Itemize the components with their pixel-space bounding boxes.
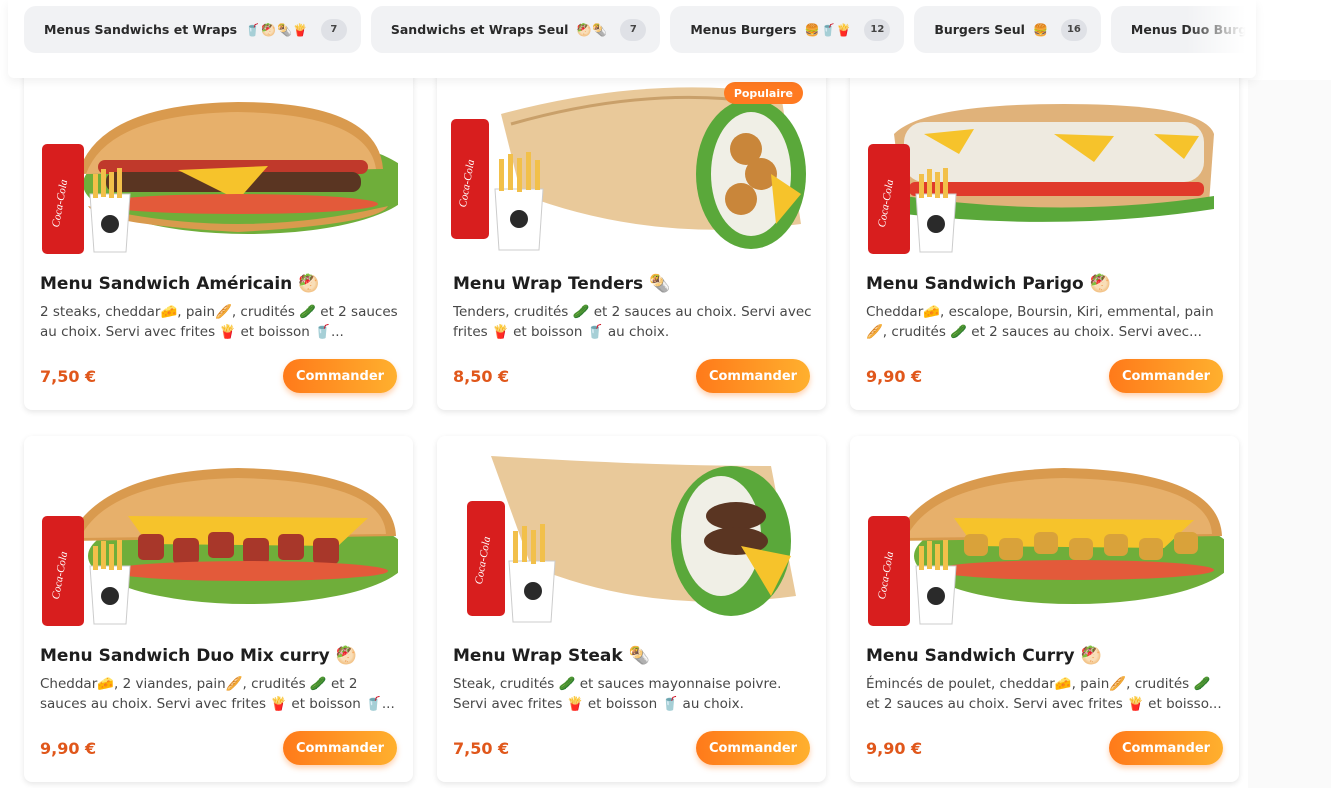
category-chip-menus-sandwichs-wraps[interactable]: Menus Sandwichs et Wraps 🥤🥙🌯🍟 7: [24, 6, 361, 53]
product-price: 9,90 €: [866, 367, 923, 386]
coca-cola-can-icon: Coca-Cola: [42, 516, 84, 626]
category-count-badge: 12: [864, 18, 891, 41]
category-chip-sandwichs-wraps-seul[interactable]: Sandwichs et Wraps Seul 🥙🌯 7: [370, 6, 661, 53]
product-card[interactable]: Coca-Cola Populaire Menu Wrap Tenders 🌯 …: [437, 64, 826, 410]
order-button[interactable]: Commander: [696, 359, 810, 393]
product-card[interactable]: Coca-Cola Menu Sandwich Curry 🥙 Émincés …: [850, 436, 1239, 782]
product-description: Émincés de poulet, cheddar🧀, pain🥖, crud…: [866, 676, 1222, 712]
product-description: 2 steaks, cheddar🧀, pain🥖, crudités 🥒 et…: [40, 304, 398, 340]
coca-cola-can-icon: Coca-Cola: [467, 501, 505, 616]
category-chips: Menus Sandwichs et Wraps 🥤🥙🌯🍟 7 Sandwich…: [24, 6, 1256, 53]
order-button[interactable]: Commander: [283, 731, 397, 765]
product-image: Coca-Cola: [38, 446, 408, 626]
product-title: Menu Sandwich Parigo 🥙: [866, 274, 1111, 294]
category-label: Burgers Seul: [934, 22, 1025, 37]
product-image: Coca-Cola: [38, 74, 413, 254]
category-label: Sandwichs et Wraps Seul: [390, 22, 569, 37]
product-description: Cheddar🧀, 2 viandes, pain🥖, crudités 🥒 e…: [40, 676, 395, 712]
category-chip-burgers-seul[interactable]: Burgers Seul 🍔 16: [914, 6, 1101, 53]
product-image: Coca-Cola: [864, 446, 1234, 626]
product-price: 7,50 €: [453, 739, 510, 758]
fries-icon: [494, 152, 544, 251]
product-card[interactable]: Coca-Cola Menu Wrap Steak 🌯 Steak, crudi…: [437, 436, 826, 782]
order-button[interactable]: Commander: [1109, 359, 1223, 393]
category-label: Menus Sandwichs et Wraps: [44, 22, 238, 37]
category-label: Menus Burgers: [690, 22, 797, 37]
coca-cola-can-icon: Coca-Cola: [868, 516, 910, 626]
category-chip-menus-burgers[interactable]: Menus Burgers 🍔🥤🍟 12: [670, 6, 905, 53]
product-card[interactable]: Coca-Cola Menu Sandwich Américain 🥙 2 st…: [24, 64, 413, 410]
category-count-badge: 7: [320, 18, 347, 41]
order-button[interactable]: Commander: [1109, 731, 1223, 765]
category-emoji-icon: 🍔🥤🍟: [804, 22, 853, 37]
coca-cola-can-icon: Coca-Cola: [868, 144, 910, 254]
product-image: Coca-Cola: [451, 446, 811, 626]
order-button[interactable]: Commander: [696, 731, 810, 765]
product-price: 9,90 €: [40, 739, 97, 758]
product-description: Cheddar🧀, escalope, Boursin, Kiri, emmen…: [866, 304, 1214, 340]
product-card[interactable]: Coca-Cola Menu Sandwich Parigo 🥙 Cheddar…: [850, 64, 1239, 410]
product-price: 9,90 €: [866, 739, 923, 758]
product-title: Menu Sandwich Américain 🥙: [40, 274, 320, 294]
product-title: Menu Wrap Steak 🌯: [453, 646, 650, 666]
popular-badge: Populaire: [723, 82, 803, 104]
category-emoji-icon: 🥙🌯: [576, 22, 609, 37]
product-title: Menu Sandwich Curry 🥙: [866, 646, 1102, 666]
product-title: Menu Wrap Tenders 🌯: [453, 274, 671, 294]
category-count-badge: 7: [620, 18, 647, 41]
product-price: 7,50 €: [40, 367, 97, 386]
category-emoji-icon: 🥤🥙🌯🍟: [245, 22, 309, 37]
coca-cola-can-icon: Coca-Cola: [451, 119, 489, 239]
product-image: Coca-Cola: [864, 74, 1224, 254]
category-scroll-fade: [1186, 0, 1256, 78]
category-emoji-icon: 🍔: [1032, 22, 1049, 37]
coca-cola-can-icon: Coca-Cola: [42, 144, 84, 254]
category-bar: Menus Sandwichs et Wraps 🥤🥙🌯🍟 7 Sandwich…: [8, 0, 1256, 78]
page-background-panel: [1248, 80, 1331, 788]
product-description: Tenders, crudités 🥒 et 2 sauces au choix…: [453, 304, 812, 340]
product-title: Menu Sandwich Duo Mix curry 🥙: [40, 646, 357, 666]
order-button[interactable]: Commander: [283, 359, 397, 393]
product-card[interactable]: Coca-Cola Menu Sandwich Duo Mix curry 🥙 …: [24, 436, 413, 782]
product-price: 8,50 €: [453, 367, 510, 386]
product-image: Coca-Cola Populaire: [451, 74, 811, 254]
category-count-badge: 16: [1060, 18, 1087, 41]
product-description: Steak, crudités 🥒 et sauces mayonnaise p…: [453, 676, 782, 712]
